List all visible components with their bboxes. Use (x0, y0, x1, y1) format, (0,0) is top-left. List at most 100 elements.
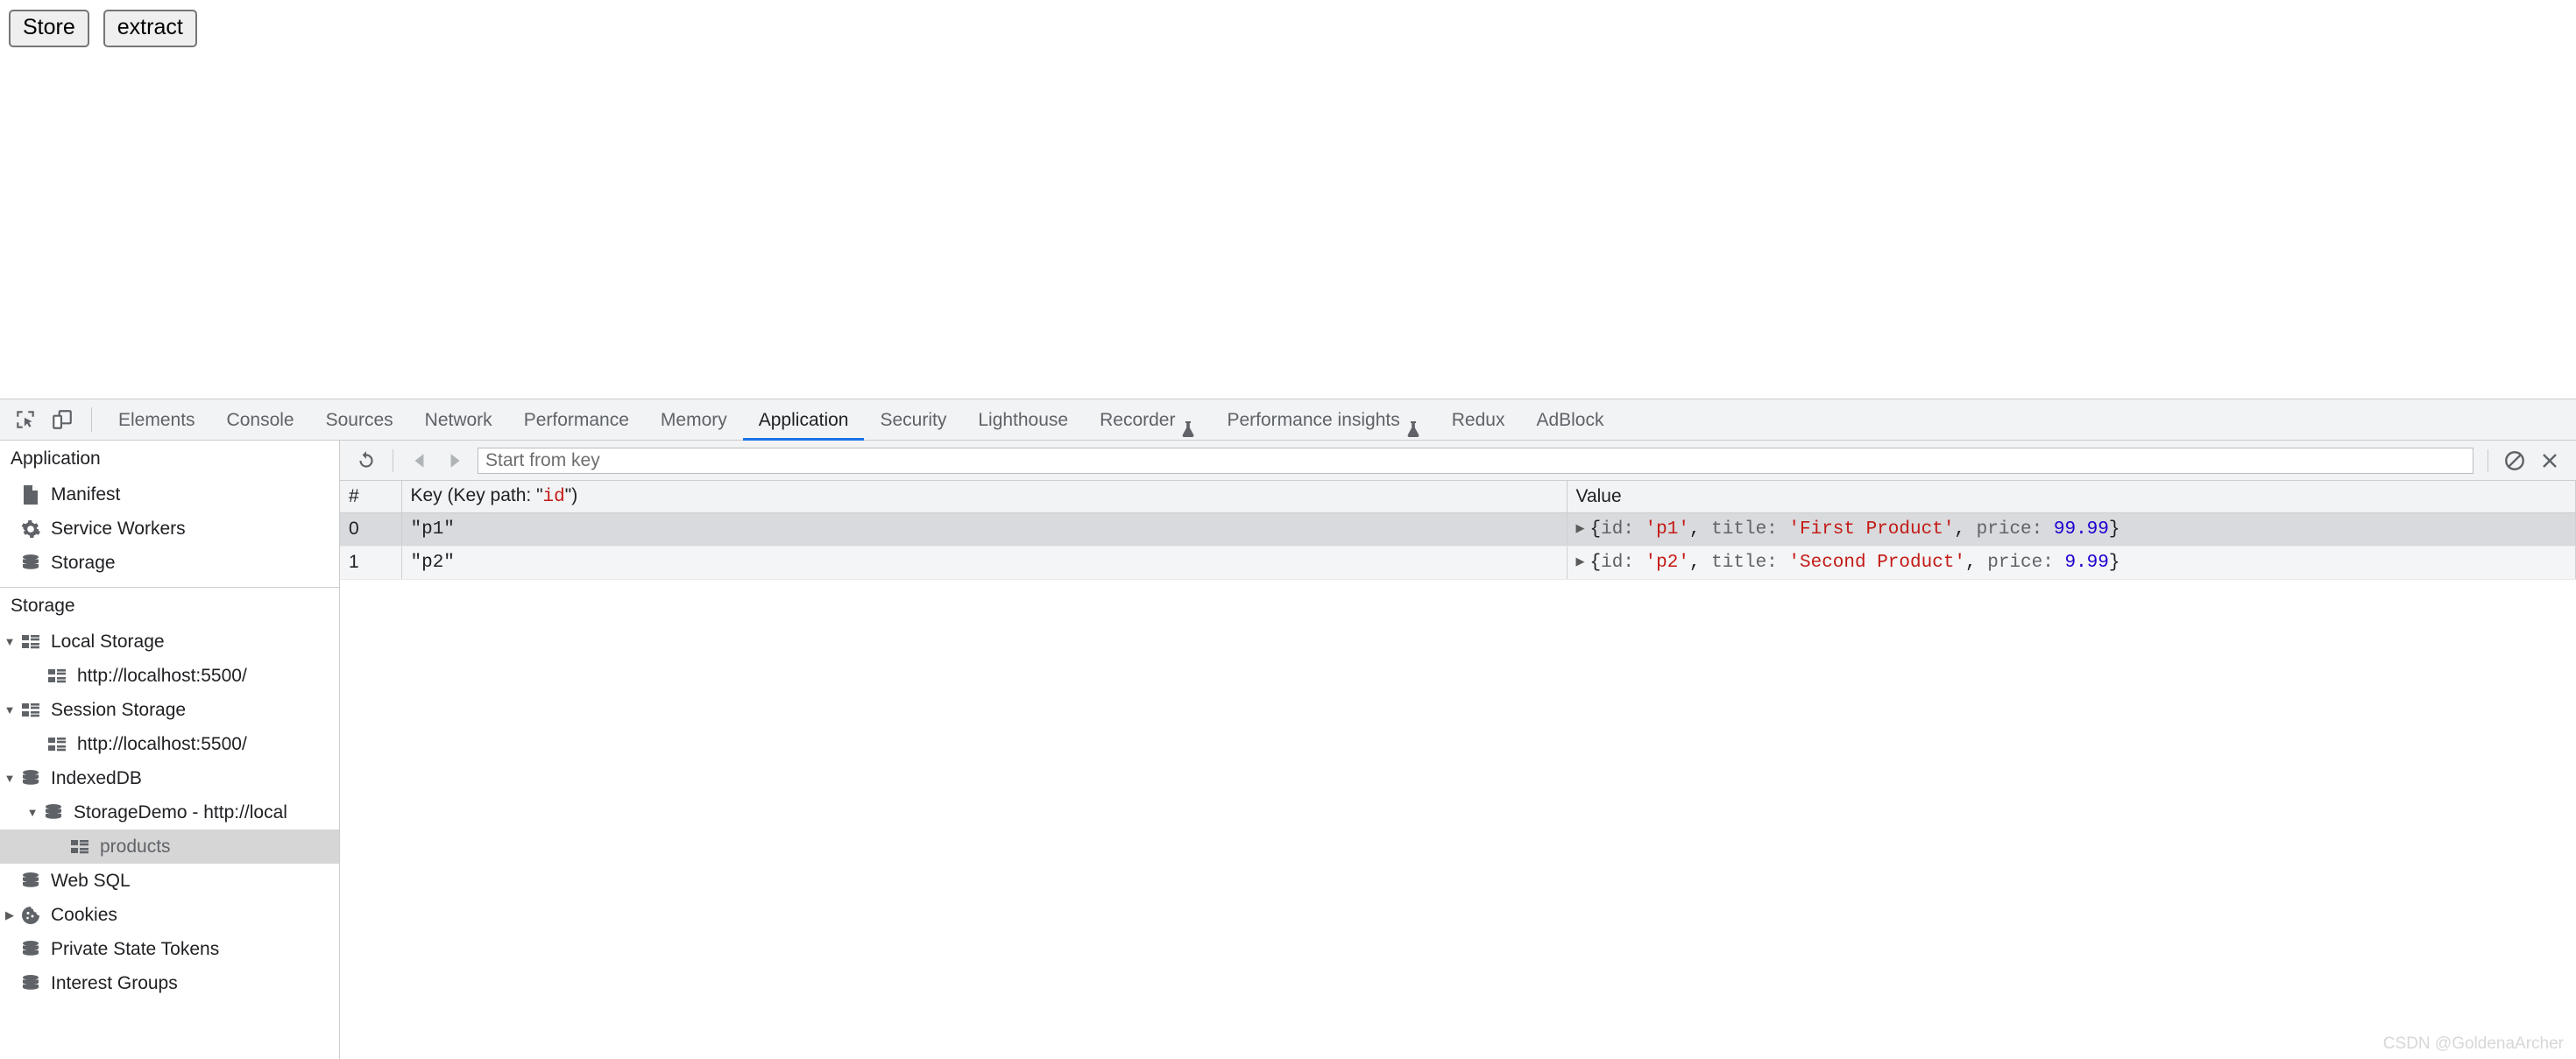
clear-objectstore-icon[interactable] (2497, 443, 2532, 478)
key-header-suffix: ") (565, 485, 577, 505)
cell-key[interactable]: "p1" (401, 512, 1567, 546)
cell-value[interactable]: ▶{id: 'p2', title: 'Second Product', pri… (1567, 546, 2576, 579)
watermark: CSDN @GoldenaArcher (2383, 1034, 2564, 1054)
cell-value[interactable]: ▶{id: 'p1', title: 'First Product', pric… (1567, 512, 2576, 546)
disclosure-arrow-expanded-icon[interactable]: ▼ (0, 772, 19, 785)
tab-application[interactable]: Application (743, 399, 865, 441)
key-header-prefix: Key (Key path: " (411, 485, 543, 505)
page-button-group: Store extract (9, 10, 197, 47)
sidebar-item-cookies[interactable]: ▶ Cookies (0, 898, 339, 932)
disclosure-arrow-expanded-icon[interactable]: ▼ (0, 635, 19, 648)
devtools-body: Application ▶ Manifest ▶ S (0, 441, 2576, 1059)
disclosure-arrow-collapsed-icon[interactable]: ▶ (0, 908, 19, 922)
tab-elements[interactable]: Elements (103, 399, 211, 441)
value-field-key: price: (1987, 553, 2064, 573)
tab-sources[interactable]: Sources (310, 399, 409, 441)
tab-memory[interactable]: Memory (645, 399, 743, 441)
sidebar-item-label: http://localhost:5500/ (77, 735, 247, 753)
sidebar-section-storage-title: Storage (0, 588, 339, 625)
value-separator: , (1954, 519, 1976, 540)
sidebar-item-label: Local Storage (51, 632, 165, 651)
sidebar-item-label: IndexedDB (51, 769, 142, 787)
sidebar-item-private-state-tokens[interactable]: ▶ Private State Tokens (0, 932, 339, 966)
value-field-key: price: (1977, 519, 2054, 540)
sidebar-item-service-workers[interactable]: ▶ Service Workers (0, 512, 339, 546)
refresh-icon[interactable] (349, 443, 384, 478)
table-icon (19, 702, 42, 718)
disclosure-arrow-expanded-icon[interactable]: ▼ (23, 806, 42, 819)
column-header-key[interactable]: Key (Key path: "id") (401, 481, 1567, 512)
value-separator: , (1689, 553, 1711, 573)
objectstore-data-grid: # Key (Key path: "id") Value 0 "p1" ▶{id… (340, 481, 2576, 580)
grid-header-row: # Key (Key path: "id") Value (340, 481, 2576, 512)
tab-lighthouse[interactable]: Lighthouse (962, 399, 1084, 441)
next-page-icon[interactable] (437, 443, 472, 478)
experimental-flask-icon (1181, 412, 1195, 429)
sidebar-item-local-storage-origin[interactable]: ▶ http://localhost:5500/ (0, 659, 339, 693)
sidebar-item-label: Private State Tokens (51, 940, 219, 958)
value-close-brace: } (2109, 519, 2120, 540)
sidebar-item-local-storage[interactable]: ▼ Local Storage (0, 625, 339, 659)
value-separator: , (1965, 553, 1987, 573)
sidebar-item-label: Interest Groups (51, 974, 178, 992)
value-field-value: 'p2' (1645, 553, 1689, 573)
database-icon (19, 974, 42, 993)
sidebar-item-label: Storage (51, 554, 116, 572)
table-icon (46, 668, 68, 684)
inspect-element-icon[interactable] (7, 401, 44, 438)
tab-security[interactable]: Security (864, 399, 962, 441)
experimental-flask-icon (1406, 412, 1420, 429)
tab-label: Lighthouse (978, 399, 1068, 441)
sidebar-item-label: Service Workers (51, 519, 186, 538)
sidebar-item-interest-groups[interactable]: ▶ Interest Groups (0, 966, 339, 1000)
objectstore-toolbar (340, 441, 2576, 481)
expand-triangle-icon[interactable]: ▶ (1576, 522, 1585, 535)
value-field-value: 9.99 (2064, 553, 2108, 573)
delete-selected-icon[interactable] (2532, 443, 2567, 478)
tab-performance-insights[interactable]: Performance insights (1211, 399, 1435, 441)
sidebar-section-application-title: Application (0, 441, 339, 477)
extract-button[interactable]: extract (103, 10, 197, 47)
column-header-value[interactable]: Value (1567, 481, 2576, 512)
sidebar-item-label: Web SQL (51, 872, 131, 890)
tab-recorder[interactable]: Recorder (1084, 399, 1211, 441)
disclosure-arrow-expanded-icon[interactable]: ▼ (0, 703, 19, 717)
sidebar-item-web-sql[interactable]: ▶ Web SQL (0, 864, 339, 898)
start-from-key-input[interactable] (478, 448, 2473, 474)
tab-network[interactable]: Network (409, 399, 508, 441)
sidebar-item-label: StorageDemo - http://local (74, 803, 287, 822)
expand-triangle-icon[interactable]: ▶ (1576, 555, 1585, 568)
tab-console[interactable]: Console (211, 399, 310, 441)
device-toolbar-icon[interactable] (44, 401, 81, 438)
table-row[interactable]: 0 "p1" ▶{id: 'p1', title: 'First Product… (340, 512, 2576, 546)
database-icon (19, 554, 42, 573)
sidebar-item-label: Cookies (51, 906, 117, 924)
store-button[interactable]: Store (9, 10, 89, 47)
column-header-index[interactable]: # (340, 481, 401, 512)
table-row[interactable]: 1 "p2" ▶{id: 'p2', title: 'Second Produc… (340, 546, 2576, 579)
sidebar-item-storagedemo-database[interactable]: ▼ StorageDemo - http://local (0, 795, 339, 830)
previous-page-icon[interactable] (402, 443, 437, 478)
sidebar-item-session-storage[interactable]: ▼ Session Storage (0, 693, 339, 727)
value-field-key: title: (1711, 553, 1788, 573)
tab-label: Memory (661, 399, 727, 441)
tab-label: Security (880, 399, 946, 441)
sidebar-item-manifest[interactable]: ▶ Manifest (0, 477, 339, 512)
tab-label: Sources (326, 399, 393, 441)
cell-index: 0 (340, 512, 401, 546)
application-sidebar: Application ▶ Manifest ▶ S (0, 441, 340, 1059)
tab-adblock[interactable]: AdBlock (1520, 399, 1619, 441)
devtools-tabbar: Elements Console Sources Network Perform… (0, 399, 2576, 441)
sidebar-item-products-objectstore[interactable]: ▶ products (0, 830, 339, 864)
tab-label: Network (425, 399, 492, 441)
sidebar-item-session-storage-origin[interactable]: ▶ http://localhost:5500/ (0, 727, 339, 761)
tab-performance[interactable]: Performance (508, 399, 645, 441)
value-field-key: title: (1711, 519, 1788, 540)
cell-key[interactable]: "p2" (401, 546, 1567, 579)
tab-label: Redux (1452, 399, 1505, 441)
tab-redux[interactable]: Redux (1436, 399, 1521, 441)
database-icon (19, 872, 42, 891)
table-icon (19, 634, 42, 650)
sidebar-item-storage[interactable]: ▶ Storage (0, 546, 339, 580)
sidebar-item-indexeddb[interactable]: ▼ IndexedDB (0, 761, 339, 795)
